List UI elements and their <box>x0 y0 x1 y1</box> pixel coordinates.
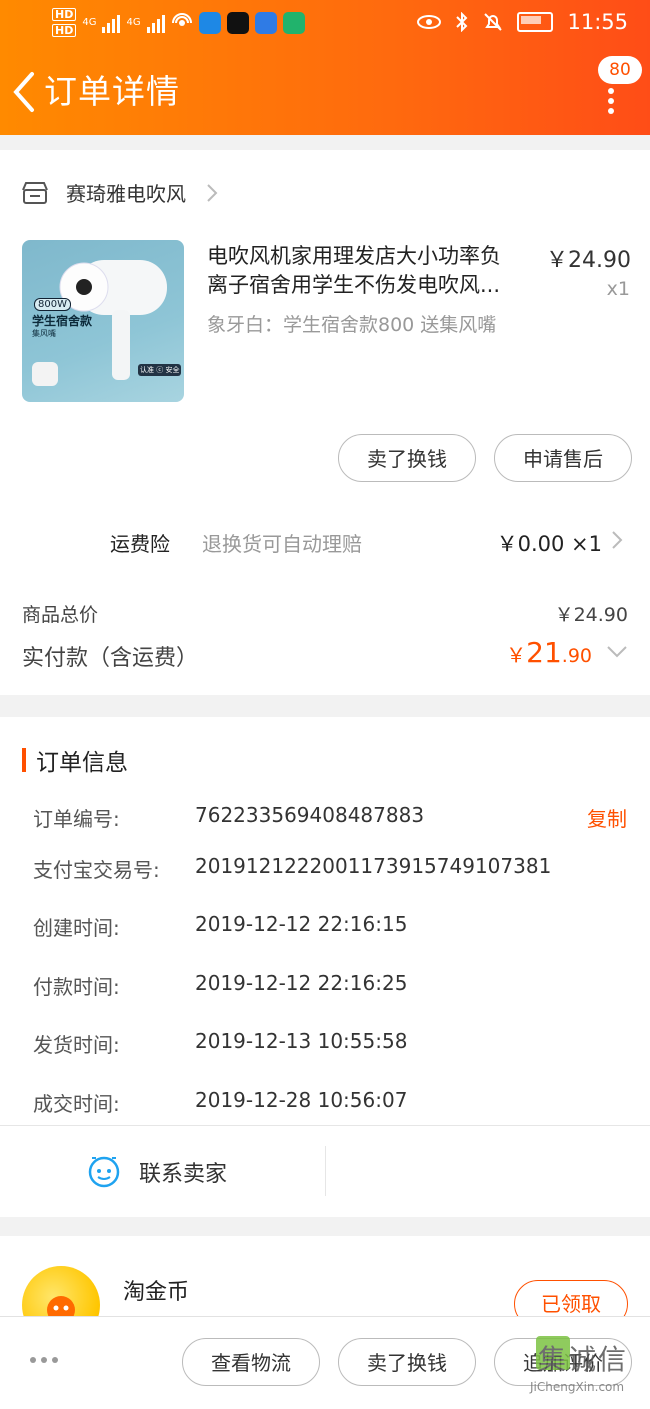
status-left: HD HD 4G 4G <box>52 8 305 37</box>
hd-badge-2: HD <box>52 24 77 37</box>
heading-accent-bar <box>22 748 26 772</box>
shop-name: 赛琦雅电吹风 <box>66 182 186 206</box>
product-title-line-2: 离子宿舍用学生不伤发电吹风... <box>207 273 501 297</box>
coins-claimed-button[interactable]: 已领取 <box>514 1280 628 1316</box>
shipped-time-label: 发货时间: <box>33 1033 120 1057</box>
paid-amount: ￥21.90 <box>506 636 592 669</box>
page-title: 订单详情 <box>44 72 180 111</box>
insurance-label: 运费险 <box>110 532 170 556</box>
contact-seller-label: 联系卖家 <box>139 1162 228 1187</box>
battery-icon <box>517 12 554 32</box>
order-number-label: 订单编号: <box>33 807 120 831</box>
signal-icon-2 <box>146 13 165 33</box>
shop-icon <box>22 181 48 204</box>
chevron-right-icon <box>612 531 623 549</box>
created-time-label: 创建时间: <box>33 916 120 940</box>
coin-face-icon <box>47 1296 75 1316</box>
shop-row[interactable]: 赛琦雅电吹风 <box>22 178 218 207</box>
app-icon-tiktok <box>226 11 249 34</box>
mute-bell-icon <box>484 13 503 31</box>
coin-card: 淘金币 已领取 <box>0 1236 650 1316</box>
alipay-trade-label: 支付宝交易号: <box>33 858 160 882</box>
status-right: 11:55 <box>417 10 628 34</box>
more-actions-icon[interactable] <box>30 1357 58 1363</box>
paid-decimal: .90 <box>561 645 592 667</box>
created-time-value: 2019-12-12 22:16:15 <box>195 912 408 936</box>
app-icon-browser <box>198 11 221 34</box>
chat-bubble-icon <box>88 1156 120 1188</box>
status-time: 11:55 <box>567 10 628 34</box>
completed-time-value: 2019-12-28 10:56:07 <box>195 1088 408 1112</box>
paid-time-label: 付款时间: <box>33 975 120 999</box>
more-menu-button[interactable] <box>608 88 616 114</box>
paid-label: 实付款（含运费） <box>22 646 199 671</box>
hd-indicators: HD HD <box>52 8 77 37</box>
alipay-trade-value: 2019121222001173915749107381 <box>195 854 552 878</box>
product-image[interactable]: 800W 学生宿舍款 集风嘴 认准 ⓒ 安全 <box>22 240 184 402</box>
contact-seller-button[interactable]: 联系卖家 <box>0 1126 325 1218</box>
completed-time-label: 成交时间: <box>33 1092 120 1116</box>
watermark-url: JiChengXin.com <box>530 1380 625 1394</box>
view-logistics-button[interactable]: 查看物流 <box>182 1338 320 1386</box>
product-title-line-1: 电吹风机家用理发店大小功率负 <box>207 244 501 268</box>
signal-icon-1 <box>102 13 121 33</box>
insurance-desc: 退换货可自动理赔 <box>202 532 362 556</box>
chevron-right-icon <box>207 183 218 202</box>
message-count-badge[interactable]: 80 <box>598 56 642 84</box>
image-power-label: 800W <box>34 298 71 311</box>
order-item-card: 赛琦雅电吹风 800W 学生宿舍款 集风嘴 认准 ⓒ 安全 电吹风机家用理发店大… <box>0 150 650 695</box>
product-price: ￥24.90 <box>546 248 631 273</box>
more-dot-icon <box>608 108 614 114</box>
app-header: HD HD 4G 4G 11:55 订单详情 80 <box>0 0 650 135</box>
paid-currency: ￥ <box>506 643 527 667</box>
more-dot-icon <box>608 98 614 104</box>
status-bar: HD HD 4G 4G 11:55 <box>0 0 650 48</box>
more-dot-icon <box>608 88 614 94</box>
contact-divider <box>325 1146 326 1196</box>
taojinbi-label: 淘金币 <box>123 1280 190 1305</box>
order-info-heading: 订单信息 <box>22 743 128 777</box>
sell-button[interactable]: 卖了换钱 <box>338 434 476 482</box>
contact-seller-row: 联系卖家 <box>0 1125 650 1218</box>
bluetooth-icon <box>456 12 468 32</box>
shipped-time-value: 2019-12-13 10:55:58 <box>195 1029 408 1053</box>
watermark-chars: 集诚信 <box>538 1343 629 1376</box>
network-label-2: 4G <box>126 16 141 28</box>
bottom-sell-button[interactable]: 卖了换钱 <box>338 1338 476 1386</box>
product-quantity: x1 <box>606 278 630 300</box>
order-info-card: 订单信息 订单编号: 762233569408487883 复制 支付宝交易号:… <box>0 717 650 1217</box>
chevron-down-icon[interactable] <box>606 645 628 659</box>
paid-time-value: 2019-12-12 22:16:25 <box>195 971 408 995</box>
product-sku: 象牙白：学生宿舍款800 送集风嘴 <box>207 314 497 336</box>
paid-integer: 21 <box>526 636 562 669</box>
aftersale-button[interactable]: 申请售后 <box>494 434 632 482</box>
network-label-1: 4G <box>82 16 97 28</box>
goods-total-label: 商品总价 <box>22 604 99 626</box>
hd-badge-1: HD <box>52 8 77 21</box>
image-title-label: 学生宿舍款 <box>32 314 93 328</box>
hotspot-icon <box>171 12 192 26</box>
nav-bar: 订单详情 80 <box>0 56 650 128</box>
goods-total-value: ￥24.90 <box>554 604 628 626</box>
image-badge-label: 认准 ⓒ 安全 <box>138 364 182 376</box>
app-icon-alipay <box>254 11 277 34</box>
taojinbi-coin-icon <box>22 1266 100 1316</box>
watermark-logo: 集诚信 JiChengXin.com <box>528 1336 646 1406</box>
app-icon-video <box>282 11 305 34</box>
eye-icon <box>417 15 442 29</box>
copy-button[interactable]: 复制 <box>587 803 627 832</box>
insurance-value: ￥0.00 ×1 <box>496 532 602 556</box>
image-sub-label: 集风嘴 <box>32 329 56 338</box>
order-number-value: 762233569408487883 <box>195 803 425 827</box>
order-info-title: 订单信息 <box>36 750 128 776</box>
product-title[interactable]: 电吹风机家用理发店大小功率负 离子宿舍用学生不伤发电吹风... <box>207 242 537 300</box>
back-arrow-icon[interactable] <box>10 70 40 114</box>
